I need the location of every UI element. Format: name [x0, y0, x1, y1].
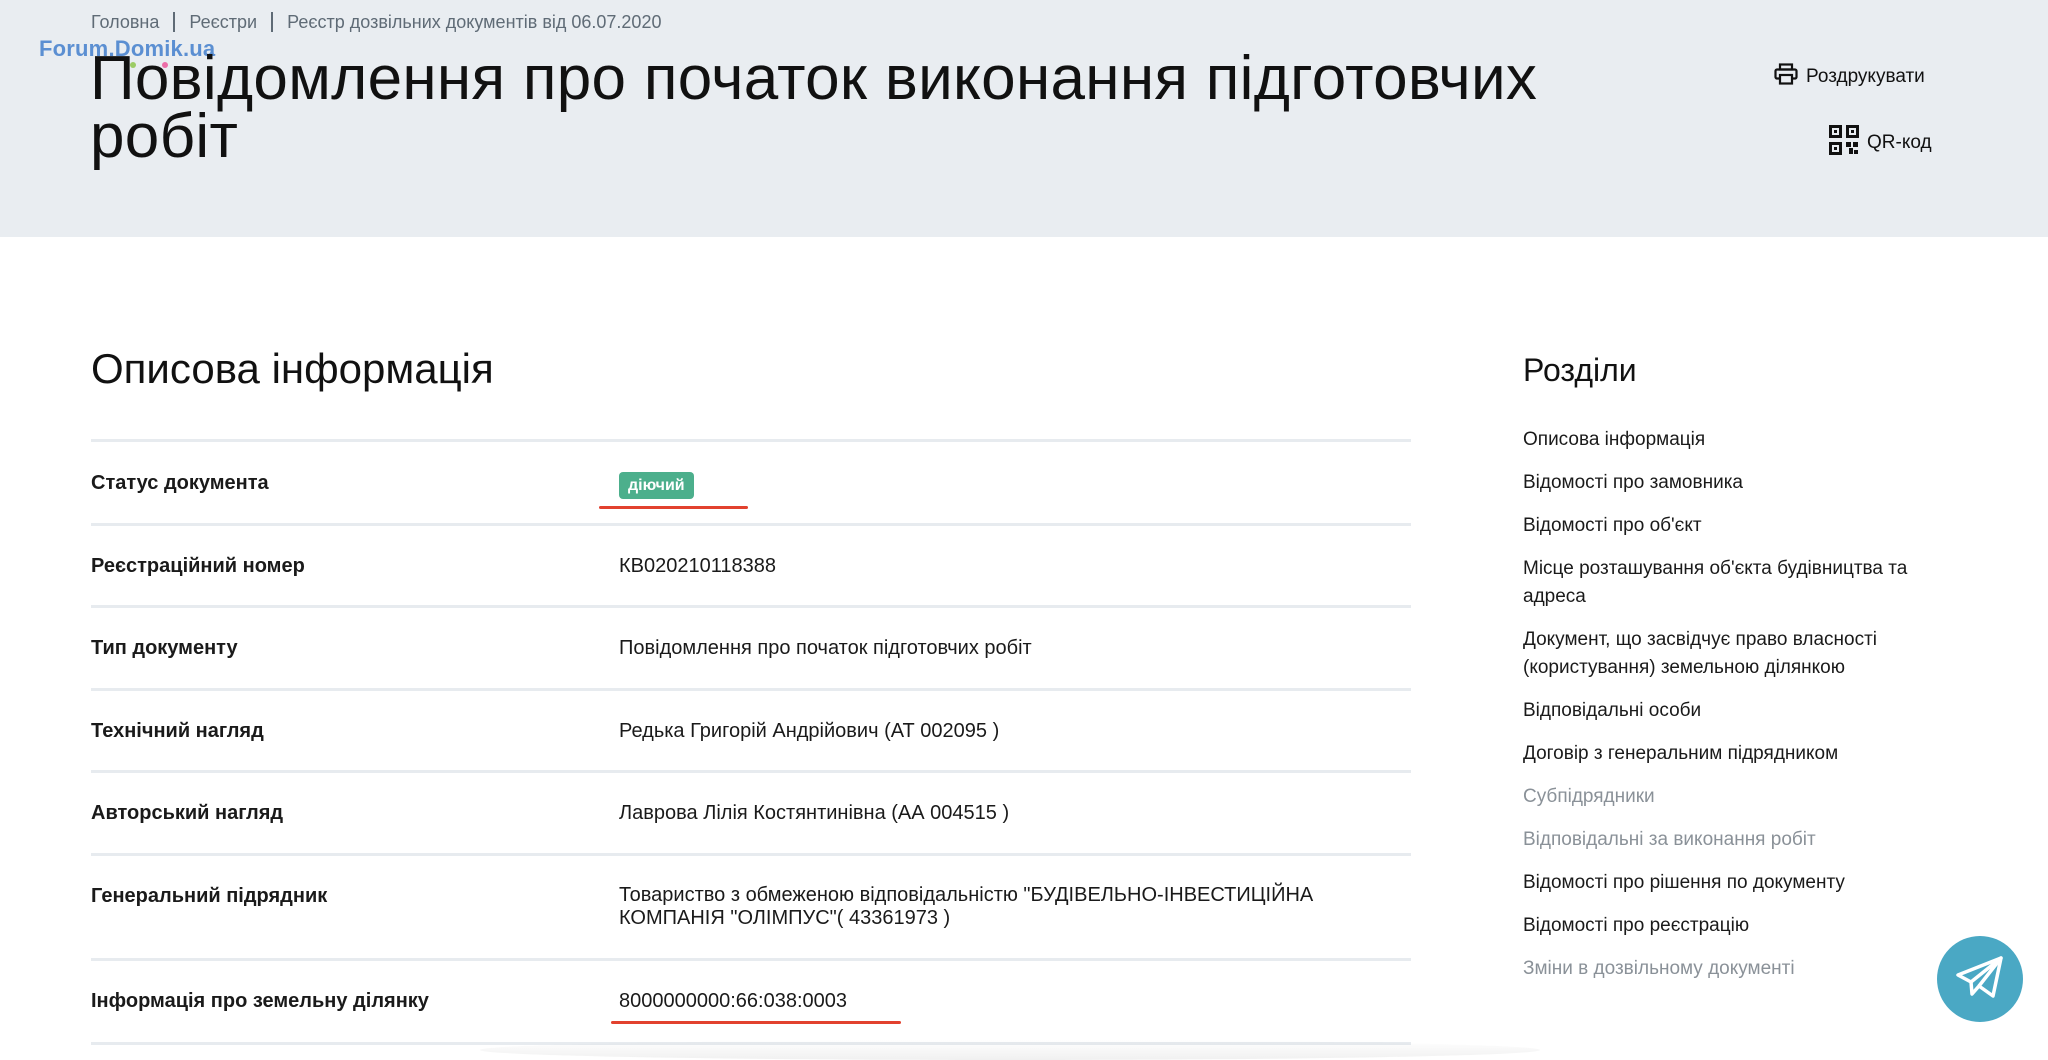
bottom-shadow — [480, 1040, 1540, 1060]
row-label: Технічний нагляд — [91, 720, 264, 742]
table-row: Генеральний підрядник Товариство з обмеж… — [91, 853, 1411, 958]
row-label: Статус документа — [91, 472, 269, 494]
sidebar-item-customer[interactable]: Відомості про замовника — [1523, 469, 1963, 497]
row-value: Редька Григорій Андрійович (АТ 002095 ) — [619, 720, 1000, 742]
breadcrumb-separator — [173, 12, 176, 32]
row-value[interactable]: 8000000000:66:038:0003 — [619, 990, 1409, 1013]
status-highlight-underline — [599, 506, 748, 509]
sidebar-item-land-ownership[interactable]: Документ, що засвідчує право власності (… — [1523, 626, 1963, 682]
sidebar-item-decision[interactable]: Відомості про рішення по документу — [1523, 869, 1963, 897]
breadcrumb-separator — [271, 12, 274, 32]
row-label: Тип документу — [91, 637, 238, 659]
breadcrumb-registries[interactable]: Реєстри — [189, 12, 257, 33]
qr-code-button[interactable]: QR-код — [1829, 125, 1932, 161]
row-value: Товариство з обмеженою відповідальністю … — [619, 884, 1314, 929]
land-plot-highlight-underline — [611, 1021, 901, 1024]
sidebar-item-location[interactable]: Місце розташування об'єкта будівництва т… — [1523, 555, 1963, 611]
sidebar-title: Розділи — [1523, 352, 1637, 388]
sidebar-item-registration[interactable]: Відомості про реєстрацію — [1523, 912, 1963, 940]
breadcrumb: Головна Реєстри Реєстр дозвільних докуме… — [91, 10, 661, 34]
row-label: Інформація про земельну ділянку — [91, 990, 429, 1012]
table-row: Реєстраційний номер КВ020210118388 — [91, 523, 1411, 605]
row-value: діючий — [619, 472, 1409, 499]
print-label: Роздрукувати — [1806, 66, 1925, 87]
table-row: Тип документу Повідомлення про початок п… — [91, 605, 1411, 688]
row-value: Повідомлення про початок підготовчих роб… — [619, 637, 1032, 659]
table-row: Статус документа діючий — [91, 439, 1411, 523]
breadcrumb-home[interactable]: Головна — [91, 12, 159, 33]
section-title: Описова інформація — [91, 345, 494, 392]
sidebar-item-object[interactable]: Відомості про об'єкт — [1523, 512, 1963, 540]
row-label: Генеральний підрядник — [91, 885, 328, 907]
table-row: Авторський нагляд Лаврова Лілія Костянти… — [91, 770, 1411, 853]
table-row: Інформація про земельну ділянку 80000000… — [91, 958, 1411, 1042]
row-value: КВ020210118388 — [619, 555, 776, 577]
qr-code-label: QR-код — [1867, 132, 1932, 153]
page-title: Повідомлення про початок виконання підго… — [90, 44, 1538, 171]
row-label: Авторський нагляд — [91, 802, 284, 824]
table-row: Технічний нагляд Редька Григорій Андрійо… — [91, 688, 1411, 770]
print-button[interactable]: Роздрукувати — [1774, 63, 1925, 91]
sidebar-item-works-responsible[interactable]: Відповідальні за виконання робіт — [1523, 826, 1963, 854]
sidebar-item-changes[interactable]: Зміни в дозвільному документі — [1523, 955, 1963, 983]
telegram-button[interactable] — [1937, 936, 2023, 1022]
sidebar-item-general-contract[interactable]: Договір з генеральним підрядником — [1523, 740, 1963, 768]
printer-icon — [1774, 63, 1806, 91]
row-value: Лаврова Лілія Костянтинівна (АА 004515 ) — [619, 802, 1010, 824]
telegram-icon — [1956, 955, 2004, 1003]
status-badge: діючий — [619, 472, 694, 499]
page-header: Головна Реєстри Реєстр дозвільних докуме… — [0, 0, 2048, 237]
row-label: Реєстраційний номер — [91, 555, 305, 577]
sidebar-item-subcontractors[interactable]: Субпідрядники — [1523, 783, 1963, 811]
sidebar-item-description[interactable]: Описова інформація — [1523, 426, 1963, 454]
qr-code-icon — [1829, 125, 1867, 161]
sidebar-item-responsible[interactable]: Відповідальні особи — [1523, 697, 1963, 725]
breadcrumb-current[interactable]: Реєстр дозвільних документів від 06.07.2… — [287, 12, 661, 33]
